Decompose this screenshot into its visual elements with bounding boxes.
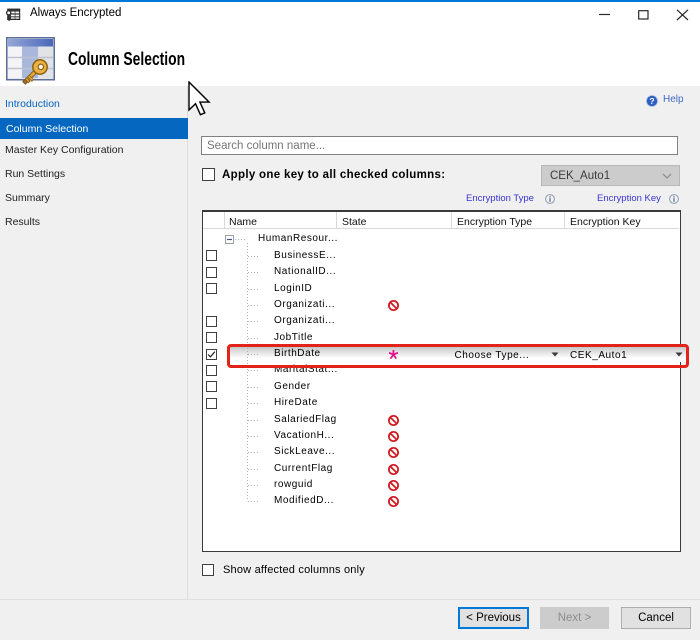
svg-text:?: ?: [649, 96, 654, 106]
